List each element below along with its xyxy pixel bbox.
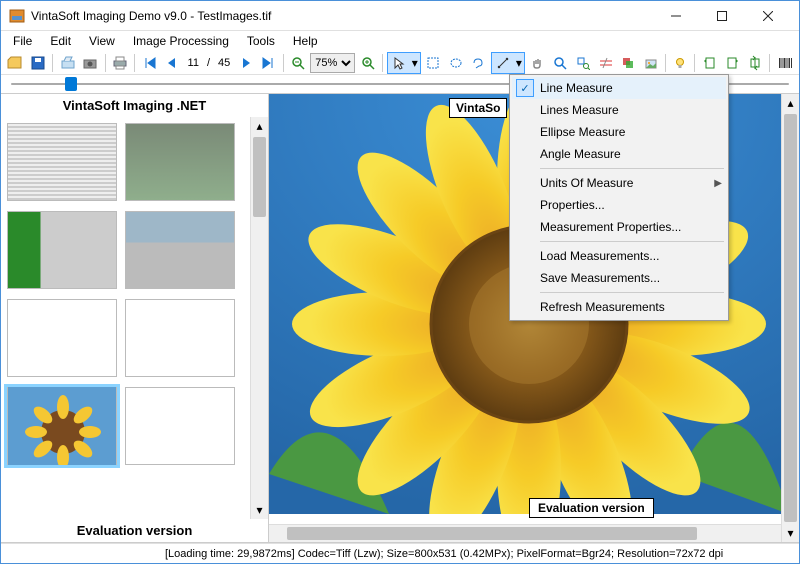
status-text: [Loading time: 29,9872ms] Codec=Tiff (Lz…	[5, 548, 795, 560]
pan-icon[interactable]	[527, 52, 548, 74]
menu-item-label: Units Of Measure	[540, 176, 633, 190]
minimize-button[interactable]	[653, 1, 699, 31]
ellipse-select-icon[interactable]	[445, 52, 466, 74]
scroll-down-icon[interactable]: ▾	[782, 524, 799, 542]
menu-item-label: Angle Measure	[540, 147, 621, 161]
menu-item-ellipse-measure[interactable]: Ellipse Measure	[512, 121, 726, 143]
thumb-scrollbar[interactable]: ▴ ▾	[250, 117, 268, 519]
measure-tool-button[interactable]: ▾	[491, 52, 525, 74]
lasso-select-icon[interactable]	[468, 52, 489, 74]
titlebar: VintaSoft Imaging Demo v9.0 - TestImages…	[1, 1, 799, 31]
menu-item-label: Measurement Properties...	[540, 220, 681, 234]
thumbnail-item[interactable]	[7, 299, 117, 377]
maximize-button[interactable]	[699, 1, 745, 31]
zoom-rect-icon[interactable]	[572, 52, 593, 74]
thumbnail-item[interactable]	[125, 123, 235, 201]
menu-item-properties-[interactable]: Properties...	[512, 194, 726, 216]
thumbnail-item[interactable]	[125, 299, 235, 377]
rotate-right-icon[interactable]	[722, 52, 743, 74]
menu-item-units-of-measure[interactable]: Units Of Measure ▶	[512, 172, 726, 194]
menu-item-refresh-measurements[interactable]: Refresh Measurements	[512, 296, 726, 318]
image-top-label: VintaSo	[449, 98, 507, 118]
scrollbar-thumb[interactable]	[784, 114, 797, 522]
open-icon[interactable]	[5, 52, 26, 74]
zoom-tool-icon[interactable]	[550, 52, 571, 74]
image-effect-icon[interactable]	[640, 52, 661, 74]
menu-item-label: Properties...	[540, 198, 605, 212]
last-page-icon[interactable]	[258, 52, 279, 74]
check-icon: ✓	[516, 79, 534, 97]
menu-edit[interactable]: Edit	[42, 32, 79, 50]
close-button[interactable]	[745, 1, 791, 31]
menu-item-save-measurements-[interactable]: Save Measurements...	[512, 267, 726, 289]
submenu-arrow-icon: ▶	[714, 178, 722, 189]
zoom-in-icon[interactable]	[357, 52, 378, 74]
page-current: 11	[185, 57, 202, 69]
thumbnail-item[interactable]	[7, 123, 117, 201]
overlay-icon[interactable]	[618, 52, 639, 74]
menubar: File Edit View Image Processing Tools He…	[1, 31, 799, 51]
scroll-up-icon[interactable]: ▴	[251, 117, 268, 135]
rotate-left-icon[interactable]	[699, 52, 720, 74]
next-page-icon[interactable]	[235, 52, 256, 74]
thumb-footer: Evaluation version	[1, 519, 268, 542]
menu-item-label: Refresh Measurements	[540, 300, 665, 314]
menu-file[interactable]: File	[5, 32, 40, 50]
thumbnail-item-selected[interactable]	[7, 387, 117, 465]
thumbnail-item[interactable]	[7, 211, 117, 289]
scroll-down-icon[interactable]: ▾	[251, 501, 268, 519]
menu-item-label: Ellipse Measure	[540, 125, 625, 139]
print-icon[interactable]	[110, 52, 131, 74]
thumbnail-item[interactable]	[125, 387, 235, 465]
crop-icon[interactable]	[595, 52, 616, 74]
menu-view[interactable]: View	[81, 32, 123, 50]
menu-item-measurement-properties-[interactable]: Measurement Properties...	[512, 216, 726, 238]
main-vscroll[interactable]: ▴ ▾	[781, 94, 799, 542]
flip-icon[interactable]	[745, 52, 766, 74]
zoom-select[interactable]: 75%	[310, 53, 355, 73]
menu-image-processing[interactable]: Image Processing	[125, 32, 237, 50]
menu-help[interactable]: Help	[285, 32, 326, 50]
rect-select-icon[interactable]	[423, 52, 444, 74]
slider-thumb-icon[interactable]	[65, 77, 77, 91]
measure-dropdown-menu: ✓ Line Measure Lines Measure Ellipse Measur…	[509, 74, 729, 321]
scroll-up-icon[interactable]: ▴	[782, 94, 799, 112]
lightbulb-icon[interactable]	[670, 52, 691, 74]
menu-item-label: Line Measure	[540, 81, 613, 95]
thumbnail-pane: VintaSoft Imaging .NET	[1, 94, 269, 542]
toolbar: 11 / 45 75% ▾ ▾	[1, 51, 799, 75]
menu-item-label: Lines Measure	[540, 103, 619, 117]
statusbar: [Loading time: 29,9872ms] Codec=Tiff (Lz…	[1, 543, 799, 563]
window-title: VintaSoft Imaging Demo v9.0 - TestImages…	[31, 9, 653, 23]
menu-item-label: Save Measurements...	[540, 271, 660, 285]
menu-item-label: Load Measurements...	[540, 249, 659, 263]
scan-icon[interactable]	[57, 52, 78, 74]
hscroll[interactable]	[269, 524, 781, 542]
thumb-header: VintaSoft Imaging .NET	[1, 94, 268, 117]
app-icon	[9, 8, 25, 24]
scrollbar-thumb[interactable]	[253, 137, 266, 217]
menu-item-lines-measure[interactable]: Lines Measure	[512, 99, 726, 121]
prev-page-icon[interactable]	[162, 52, 183, 74]
camera-icon[interactable]	[80, 52, 101, 74]
pointer-tool-button[interactable]: ▾	[387, 52, 421, 74]
menu-item-load-measurements-[interactable]: Load Measurements...	[512, 245, 726, 267]
hscroll-thumb[interactable]	[287, 527, 697, 540]
barcode-icon[interactable]	[774, 52, 795, 74]
image-bottom-label: Evaluation version	[529, 498, 654, 518]
first-page-icon[interactable]	[139, 52, 160, 74]
save-icon[interactable]	[28, 52, 49, 74]
menu-tools[interactable]: Tools	[239, 32, 283, 50]
page-total: 45	[215, 57, 233, 69]
zoom-out-icon[interactable]	[288, 52, 309, 74]
menu-item-angle-measure[interactable]: Angle Measure	[512, 143, 726, 165]
menu-item-line-measure[interactable]: ✓ Line Measure	[512, 77, 726, 99]
thumbnail-item[interactable]	[125, 211, 235, 289]
page-sep: /	[204, 57, 213, 69]
